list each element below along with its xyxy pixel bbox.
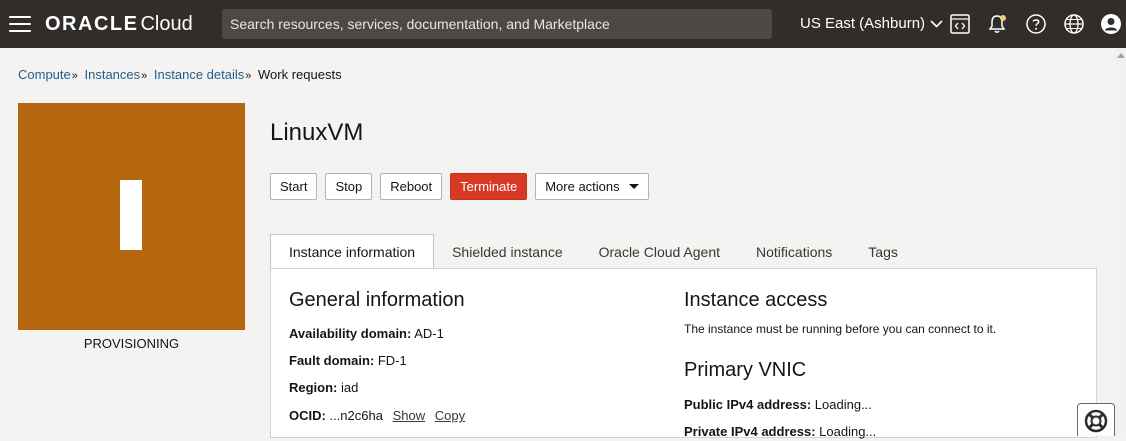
ocid-row: OCID: ...n2c6ha Show Copy [289, 408, 465, 423]
ocid-label: OCID: [289, 408, 326, 423]
scroll-up-arrow-icon[interactable] [1117, 53, 1125, 58]
instance-initial-glyph [120, 180, 142, 250]
public-ipv4-value: Loading... [814, 397, 872, 412]
code-editor-icon[interactable] [949, 13, 971, 35]
breadcrumb-instance-details[interactable]: Instance details [154, 67, 244, 82]
bell-icon[interactable] [986, 13, 1008, 35]
primary-vnic-heading: Primary VNIC [684, 359, 807, 381]
breadcrumb-current: Work requests [258, 67, 342, 82]
public-ipv4-row: Public IPv4 address: Loading... [684, 397, 872, 412]
brand-oracle: ORACLE [45, 13, 139, 35]
ocid-copy-link[interactable]: Copy [435, 408, 465, 423]
region-selector[interactable]: US East (Ashburn) [800, 15, 943, 32]
brand-cloud: Cloud [140, 13, 193, 35]
availability-domain-label: Availability domain: [289, 326, 412, 341]
public-ipv4-label: Public IPv4 address: [684, 397, 812, 412]
ocid-value: ...n2c6ha [329, 408, 383, 423]
search-input[interactable] [222, 9, 772, 39]
fault-domain-row: Fault domain: FD-1 [289, 353, 407, 368]
region-value: iad [341, 380, 359, 395]
user-icon[interactable] [1100, 13, 1122, 35]
more-actions-label: More actions [545, 179, 620, 194]
top-navigation-bar: ORACLECloud US East (Ashburn) [0, 0, 1126, 48]
region-label: US East (Ashburn) [800, 15, 926, 32]
instance-access-note: The instance must be running before you … [684, 322, 997, 336]
more-actions-button[interactable]: More actions [535, 173, 649, 200]
lifebuoy-icon [1084, 409, 1108, 433]
globe-icon[interactable] [1063, 13, 1085, 35]
tab-instance-information[interactable]: Instance information [270, 234, 435, 269]
chevron-down-icon [930, 19, 943, 28]
region-label: Region: [289, 380, 338, 395]
breadcrumb-separator: » [71, 70, 78, 82]
action-toolbar: Start Stop Reboot Terminate More actions [270, 173, 657, 200]
instance-state-label: PROVISIONING [83, 336, 180, 351]
availability-domain-value: AD-1 [414, 326, 444, 341]
help-icon[interactable] [1025, 13, 1047, 35]
instance-tabs: Instance information Shielded instance O… [270, 234, 916, 269]
private-ipv4-label: Private IPv4 address: [684, 424, 816, 439]
page-scrollbar[interactable] [1115, 48, 1126, 436]
oracle-cloud-logo[interactable]: ORACLE Cloud [45, 13, 193, 35]
tab-notifications[interactable]: Notifications [738, 234, 850, 269]
private-ipv4-row: Private IPv4 address: Loading... [684, 424, 876, 439]
fault-domain-value: FD-1 [377, 353, 407, 368]
caret-down-icon [628, 184, 639, 189]
tab-tags[interactable]: Tags [850, 234, 916, 269]
breadcrumb-separator: » [141, 70, 148, 82]
breadcrumb-compute[interactable]: Compute [18, 67, 71, 82]
fault-domain-label: Fault domain: [289, 353, 375, 368]
stop-button[interactable]: Stop [325, 173, 373, 200]
help-lifebuoy-button[interactable] [1077, 403, 1115, 436]
start-button[interactable]: Start [270, 173, 318, 200]
tab-shielded-instance[interactable]: Shielded instance [434, 234, 581, 269]
terminate-button[interactable]: Terminate [450, 173, 528, 200]
reboot-button[interactable]: Reboot [380, 173, 443, 200]
instance-status-tile [18, 103, 245, 330]
instance-access-heading: Instance access [684, 289, 828, 311]
general-information-heading: General information [289, 289, 465, 311]
breadcrumb: Compute» Instances» Instance details» Wo… [18, 67, 342, 82]
region-row: Region: iad [289, 380, 358, 395]
ocid-show-link[interactable]: Show [393, 408, 426, 423]
page-title: LinuxVM [270, 119, 364, 146]
breadcrumb-instances[interactable]: Instances [85, 67, 141, 82]
instance-information-panel: General information Availability domain:… [270, 268, 1097, 439]
private-ipv4-value: Loading... [819, 424, 877, 439]
tab-oracle-cloud-agent[interactable]: Oracle Cloud Agent [581, 234, 738, 269]
availability-domain-row: Availability domain: AD-1 [289, 326, 444, 341]
menu-icon[interactable] [9, 16, 31, 32]
breadcrumb-separator: » [245, 70, 252, 82]
